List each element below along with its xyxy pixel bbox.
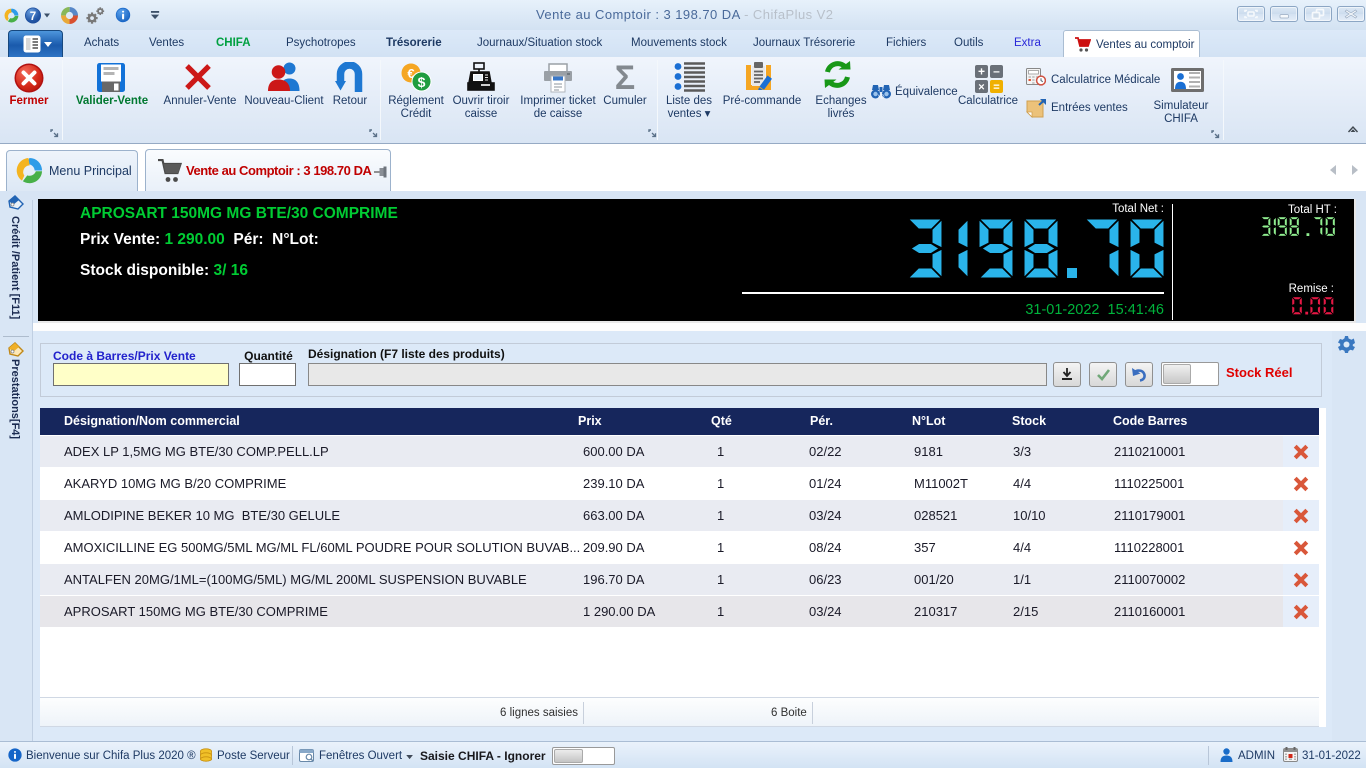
svg-text:=: = [993,82,999,94]
svg-text:$: $ [418,74,426,90]
svg-text:×: × [978,82,984,94]
svg-text:XD: XD [878,95,885,100]
svg-text:+: + [978,65,985,79]
svg-text:7: 7 [30,11,36,23]
svg-text:Σ: Σ [615,62,635,94]
svg-text:–: – [993,64,1000,78]
